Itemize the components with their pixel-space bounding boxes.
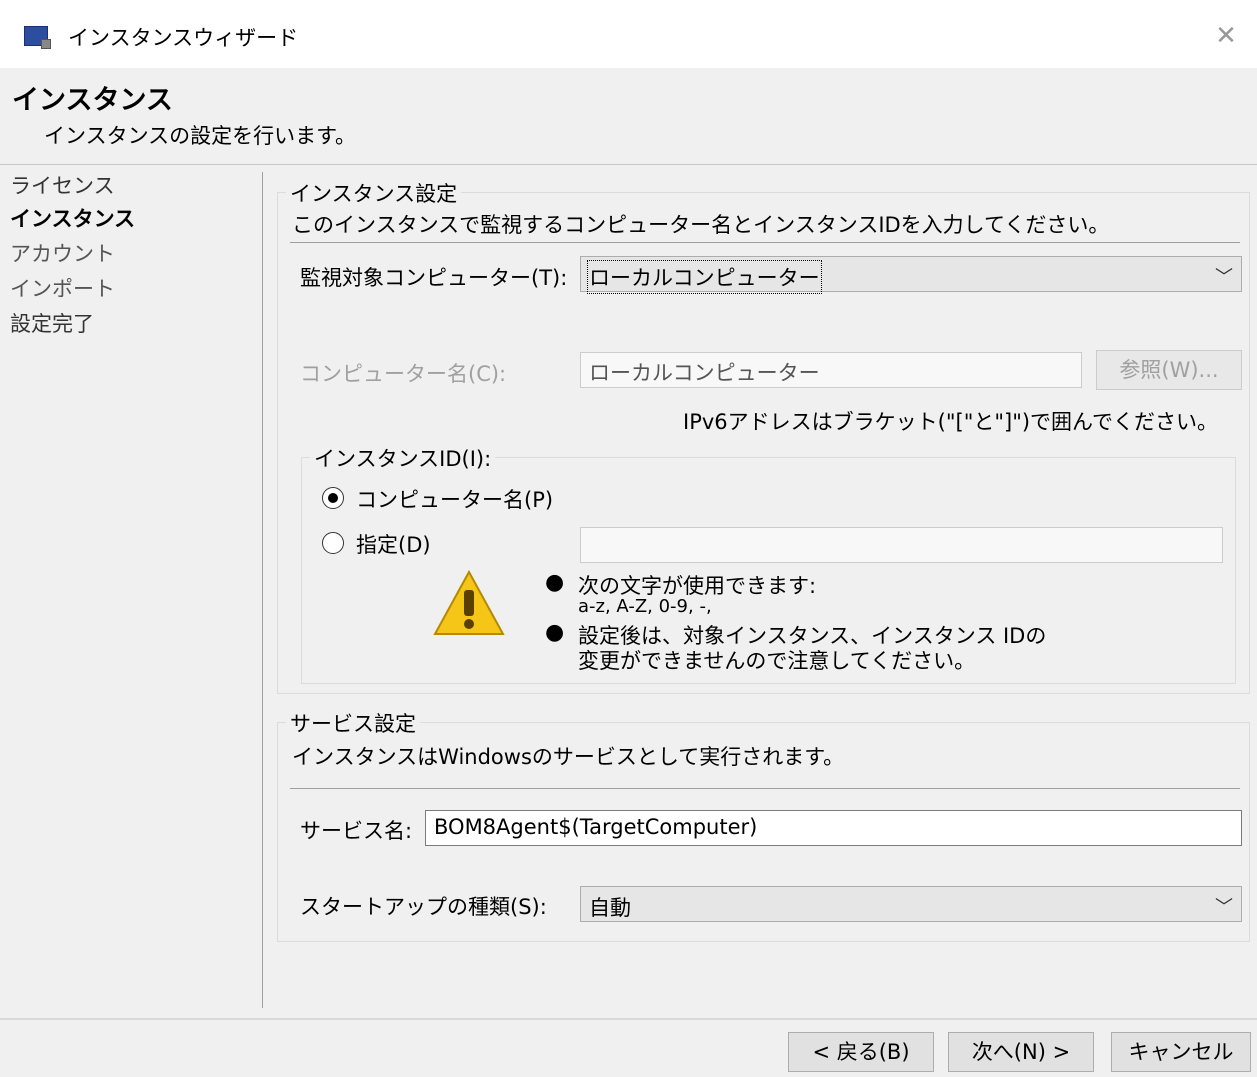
note-bullet: ● xyxy=(545,620,565,645)
chevron-down-icon: ﹀ xyxy=(1215,267,1233,288)
service-name-label: サービス名: xyxy=(300,819,413,843)
browse-button[interactable]: 参照(W)... xyxy=(1096,350,1242,390)
radio-computer-name[interactable] xyxy=(322,487,344,509)
service-name-input[interactable]: BOM8Agent$(TargetComputer) xyxy=(425,810,1242,846)
cancel-button[interactable]: キャンセル xyxy=(1111,1032,1251,1072)
startup-type-combo[interactable]: 自動 ﹀ xyxy=(580,886,1242,922)
divider xyxy=(290,242,1240,243)
instance-settings-legend: インスタンス設定 xyxy=(286,178,462,208)
startup-type-label: スタートアップの種類(S): xyxy=(300,895,547,919)
service-name-value: BOM8Agent$(TargetComputer) xyxy=(434,815,758,839)
custom-instance-id-input[interactable] xyxy=(580,527,1223,563)
radio-computer-name-label[interactable]: コンピューター名(P) xyxy=(356,484,553,514)
nav-step-instance: インスタンス xyxy=(10,207,136,231)
nav-step-license: ライセンス xyxy=(10,174,115,198)
service-settings-description: インスタンスはWindowsのサービスとして実行されます。 xyxy=(292,745,845,769)
note-warning-line2: 変更ができませんので注意してください。 xyxy=(578,649,976,673)
startup-type-value: 自動 xyxy=(589,896,631,920)
app-icon xyxy=(24,26,51,49)
wizard-header xyxy=(0,68,1257,166)
next-button[interactable]: 次へ(N) > xyxy=(948,1032,1094,1072)
target-computer-value: ローカルコンピューター xyxy=(587,260,822,294)
computer-name-label: コンピューター名(C): xyxy=(300,362,507,386)
target-computer-combo[interactable]: ローカルコンピューター ﹀ xyxy=(580,256,1242,294)
instance-settings-description: このインスタンスで監視するコンピューター名とインスタンスIDを入力してください。 xyxy=(292,213,1110,237)
radio-custom-label[interactable]: 指定(D) xyxy=(356,529,431,559)
page-title: インスタンス xyxy=(12,85,173,116)
warning-icon xyxy=(433,569,505,635)
computer-name-value: ローカルコンピューター xyxy=(589,361,820,385)
chevron-down-icon: ﹀ xyxy=(1215,897,1233,918)
window-title: インスタンスウィザード xyxy=(68,26,299,50)
instance-id-legend: インスタンスID(I): xyxy=(310,443,496,473)
note-allowed-chars-detail: a-z, A-Z, 0-9, -, xyxy=(578,596,712,617)
service-settings-legend: サービス設定 xyxy=(286,708,420,738)
nav-step-account: アカウント xyxy=(10,242,115,266)
back-button[interactable]: < 戻る(B) xyxy=(788,1032,934,1072)
nav-step-complete: 設定完了 xyxy=(10,312,94,336)
page-subtitle: インスタンスの設定を行います。 xyxy=(44,124,357,148)
nav-separator xyxy=(262,172,263,1008)
target-computer-label: 監視対象コンピューター(T): xyxy=(300,266,568,290)
nav-step-import: インポート xyxy=(10,277,115,301)
computer-name-input[interactable]: ローカルコンピューター xyxy=(580,352,1082,388)
radio-custom[interactable] xyxy=(322,532,344,554)
close-icon[interactable]: ✕ xyxy=(1210,20,1242,52)
ipv6-note: IPv6アドレスはブラケット("["と"]")で囲んでください。 xyxy=(683,410,1219,434)
note-bullet: ● xyxy=(545,570,565,595)
divider xyxy=(290,788,1240,789)
